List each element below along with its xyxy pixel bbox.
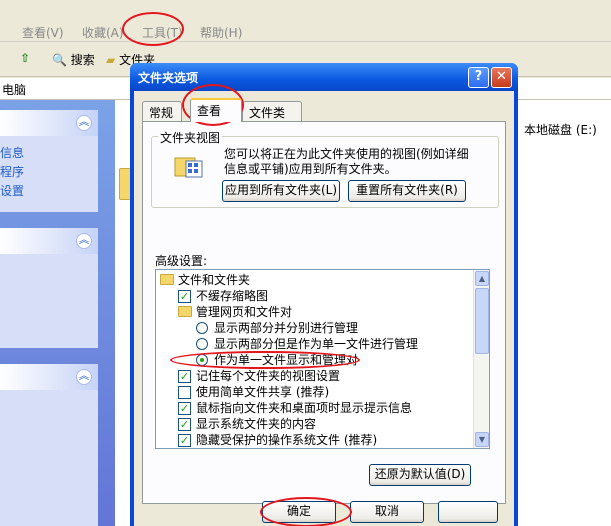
watermark-logo xyxy=(500,485,611,526)
chevron-up-icon[interactable]: ︽ xyxy=(76,115,92,131)
folder-icon: ▰ xyxy=(106,53,116,67)
tab-view[interactable]: 查看 xyxy=(190,98,242,122)
checkbox[interactable]: ✓ xyxy=(178,418,191,431)
advanced-settings-scrollbar[interactable]: ▲ ▼ xyxy=(473,270,489,448)
checkbox[interactable] xyxy=(178,386,191,399)
task-panel-3-header[interactable]: ︽ xyxy=(0,364,98,390)
folder-views-group: 文件夹视图 您可以将正在为此文件夹使用的视图(例如详细 信息或平铺)应用到所有文… xyxy=(151,129,499,208)
chevron-up-icon[interactable]: ︽ xyxy=(76,233,92,249)
advanced-setting-label: 显示系统文件夹的内容 xyxy=(196,417,317,431)
task-link-programs[interactable]: 程序 xyxy=(0,163,98,182)
window-top-strip xyxy=(0,0,611,20)
tab-file-types[interactable]: 文件类型 xyxy=(242,101,302,137)
task-panel-1: ︽ 信息 程序 设置 xyxy=(0,110,98,212)
radio-button[interactable] xyxy=(196,354,208,366)
close-button[interactable]: ✕ xyxy=(491,67,512,88)
address-text: 电脑 xyxy=(2,83,27,97)
close-icon: ✕ xyxy=(496,69,507,84)
cancel-button[interactable]: 取消 xyxy=(350,501,424,523)
checkbox[interactable]: ✓ xyxy=(178,370,191,383)
task-panel-2: ︽ xyxy=(0,228,98,348)
dialog-title: 文件夹选项 xyxy=(138,71,199,85)
folder-views-description: 您可以将正在为此文件夹使用的视图(例如详细 信息或平铺)应用到所有文件夹。 xyxy=(224,147,494,177)
advanced-setting-label: 显示两部分并分别进行管理 xyxy=(214,321,359,335)
task-panel-1-header[interactable]: ︽ xyxy=(0,110,98,136)
folder-views-icon xyxy=(174,157,203,178)
apply-button[interactable] xyxy=(438,501,498,523)
advanced-setting-label: 使用简单文件共享 (推荐) xyxy=(196,385,330,399)
folder-icon xyxy=(178,306,192,317)
advanced-setting-label: 显示两部分但是作为单一文件进行管理 xyxy=(214,337,419,351)
advanced-setting-label: 管理网页和文件对 xyxy=(196,305,293,319)
advanced-setting-label: 不缓存缩略图 xyxy=(196,289,269,303)
dialog-titlebar[interactable]: 文件夹选项 ? ✕ xyxy=(130,63,518,91)
search-button[interactable]: 🔍 搜索 xyxy=(52,51,95,68)
advanced-setting-label: 文件和文件夹 xyxy=(178,273,251,287)
tab-general[interactable]: 常规 xyxy=(142,101,182,121)
ok-button[interactable]: 确定 xyxy=(262,501,336,523)
advanced-setting-label: 鼠标指向文件夹和桌面项时显示提示信息 xyxy=(196,401,413,415)
task-link-info[interactable]: 信息 xyxy=(0,144,98,163)
reset-all-folders-button[interactable]: 重置所有文件夹(R) xyxy=(348,180,466,202)
view-tab-page: 文件夹视图 您可以将正在为此文件夹使用的视图(例如详细 信息或平铺)应用到所有文… xyxy=(142,121,506,504)
folder-views-title: 文件夹视图 xyxy=(158,129,223,146)
apply-to-all-folders-button[interactable]: 应用到所有文件夹(L) xyxy=(222,180,340,202)
scroll-down-button[interactable]: ▼ xyxy=(475,432,489,447)
advanced-setting-label: 记住每个文件夹的视图设置 xyxy=(196,369,341,383)
folder-icon xyxy=(160,274,174,285)
advanced-settings-label: 高级设置: xyxy=(155,254,208,268)
menu-help[interactable]: 帮助(H) xyxy=(200,24,242,41)
folder-views-desc-line2: 信息或平铺)应用到所有文件夹。 xyxy=(224,162,397,176)
radio-button[interactable] xyxy=(196,322,208,334)
search-icon: 🔍 xyxy=(52,53,67,67)
scroll-thumb[interactable] xyxy=(475,288,489,354)
radio-button[interactable] xyxy=(196,338,208,350)
checkbox[interactable]: ✓ xyxy=(178,402,191,415)
advanced-settings-list[interactable]: 文件和文件夹 ✓ 不缓存缩略图管理网页和文件对显示两部分并分别进行管理显示两部分但是… xyxy=(155,269,490,449)
task-link-settings[interactable]: 设置 xyxy=(0,182,98,201)
menu-tools[interactable]: 工具(T) xyxy=(142,24,183,41)
drive-label[interactable]: 本地磁盘 (E:) xyxy=(524,121,597,138)
help-button[interactable]: ? xyxy=(468,67,489,88)
up-folder-icon[interactable]: ⇧ xyxy=(20,51,30,65)
dialog-client: 常规 查看 文件类型 文件夹视图 您可以将正在为此文件夹使用的视图(例如详细 信… xyxy=(134,91,514,526)
scroll-up-button[interactable]: ▲ xyxy=(475,271,489,286)
menu-favorites[interactable]: 收藏(A) xyxy=(82,24,124,41)
menu-bar: 查看(V) 收藏(A) 工具(T) 帮助(H) xyxy=(0,20,611,42)
task-panel-2-header[interactable]: ︽ xyxy=(0,228,98,254)
checkbox[interactable]: ✓ xyxy=(178,290,191,303)
checkbox[interactable]: ✓ xyxy=(178,434,191,447)
menu-view[interactable]: 查看(V) xyxy=(22,24,64,41)
task-panel-3: ︽ xyxy=(0,364,98,526)
folder-options-dialog: 文件夹选项 ? ✕ 常规 查看 文件类型 文件夹视图 您可以将正在为此 xyxy=(130,63,518,526)
task-pane: ︽ 信息 程序 设置 ︽ ︽ xyxy=(0,100,115,526)
restore-defaults-button[interactable]: 还原为默认值(D) xyxy=(369,464,471,486)
search-label: 搜索 xyxy=(70,53,95,67)
help-icon: ? xyxy=(474,69,483,84)
chevron-up-icon[interactable]: ︽ xyxy=(76,369,92,385)
advanced-setting-label: 作为单一文件显示和管理对 xyxy=(214,353,359,367)
folder-views-desc-line1: 您可以将正在为此文件夹使用的视图(例如详细 xyxy=(224,147,469,161)
advanced-setting-label: 隐藏受保护的操作系统文件 (推荐) xyxy=(196,433,378,447)
